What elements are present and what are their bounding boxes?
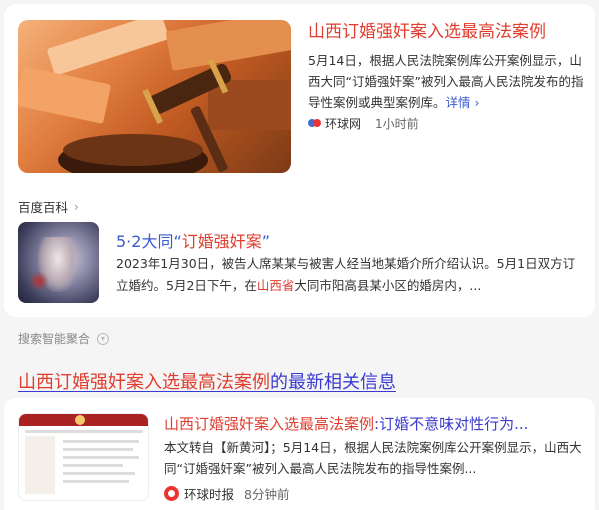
news-title-highlight: 山西订婚强奸案入选最高法案例 xyxy=(164,415,375,433)
smart-aggregation-label: 搜索智能聚合 ▾ xyxy=(18,330,110,347)
red-blur-shape xyxy=(28,272,50,290)
huanqiu-logo-icon xyxy=(308,117,322,129)
baike-label: 百度百科 xyxy=(18,200,69,215)
text-line xyxy=(63,480,129,483)
nav-line xyxy=(25,430,143,433)
hero-source: 环球网 1小时前 xyxy=(308,114,419,132)
text-line xyxy=(63,456,139,459)
news-title-link[interactable]: 山西订婚强奸案入选最高法案例:订婚不意味对性行为... xyxy=(164,413,584,434)
related-heading-rest: 的最新相关信息 xyxy=(270,372,396,393)
baike-title-link[interactable]: 5·2大同“订婚强奸案” xyxy=(116,228,270,252)
hero-description: 5月14日，根据人民法院案例库公开案例显示，山西大同“订婚强奸案”被列入最高人民… xyxy=(308,50,588,113)
hero-title-link[interactable]: 山西订婚强奸案入选最高法案例 xyxy=(308,21,588,43)
publish-time: 1小时前 xyxy=(375,116,419,131)
news-source-name[interactable]: 环球时报 xyxy=(184,484,234,503)
baike-title-highlight: 订婚强奸案 xyxy=(181,232,262,251)
gavel-icon xyxy=(58,58,232,173)
baike-description: 2023年1月30日，被告人席某某与被害人经当地某婚介所介绍认识。5月1日双方订… xyxy=(116,253,584,297)
news-source: 环球时报 8分钟前 xyxy=(164,484,289,502)
baike-title-suffix: ” xyxy=(261,232,271,251)
news-time: 8分钟前 xyxy=(244,486,290,502)
side-panel-shape xyxy=(25,436,55,494)
baike-header[interactable]: 百度百科 › xyxy=(18,197,79,216)
info-icon[interactable]: ▾ xyxy=(97,332,110,345)
chevron-right-icon: › xyxy=(74,199,79,214)
court-emblem-icon xyxy=(75,415,85,425)
baike-desc-part2: 大同市阳高县某小区的婚房内，... xyxy=(294,278,482,293)
news-title-rest: :订婚不意味对性行为... xyxy=(374,415,529,433)
news-description: 本文转自【新黄河】；5月14日，根据人民法院案例库公开案例显示，山西大同“订婚强… xyxy=(164,440,582,476)
text-line xyxy=(63,472,135,475)
news-thumbnail[interactable] xyxy=(18,413,149,501)
text-line xyxy=(63,440,139,443)
related-news-heading[interactable]: 山西订婚强奸案入选最高法案例的最新相关信息 xyxy=(18,368,396,394)
text-line xyxy=(63,464,123,467)
related-heading-highlight: 山西订婚强奸案入选最高法案例 xyxy=(18,372,270,393)
baike-thumbnail[interactable] xyxy=(18,222,99,303)
smart-label-text: 搜索智能聚合 xyxy=(18,332,91,346)
details-link[interactable]: 详情 › xyxy=(446,95,480,110)
source-name[interactable]: 环球网 xyxy=(325,115,361,132)
baike-desc-highlight: 山西省 xyxy=(256,278,295,293)
huanqiu-times-logo-icon xyxy=(164,485,179,501)
text-line xyxy=(63,448,133,451)
baike-title-prefix: 5·2大同“ xyxy=(116,232,182,251)
gavel-image[interactable] xyxy=(18,20,291,173)
